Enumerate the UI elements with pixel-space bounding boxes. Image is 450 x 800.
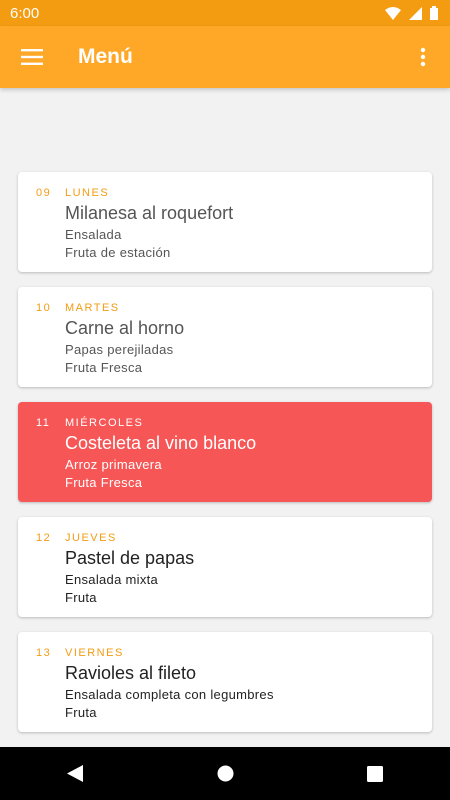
wifi-icon [385, 6, 401, 20]
status-time: 6:00 [10, 4, 40, 22]
dessert: Fruta [65, 590, 97, 605]
recents-icon[interactable] [355, 754, 395, 794]
day-number: 11 [36, 417, 51, 429]
weekday-label: Miércoles [65, 417, 144, 429]
side-dish: Arroz primavera [65, 457, 162, 472]
day-number: 12 [36, 532, 52, 544]
menu-card-jueves[interactable]: 12 Jueves Pastel de papas Ensalada mixta… [18, 517, 432, 617]
menu-card-lunes[interactable]: 09 Lunes Milanesa al roquefort Ensalada … [18, 172, 432, 272]
more-vert-icon[interactable] [408, 42, 438, 72]
signal-icon [409, 6, 422, 20]
back-icon[interactable] [55, 754, 95, 794]
menu-card-martes[interactable]: 10 Martes Carne al horno Papas perejilad… [18, 287, 432, 387]
side-dish: Ensalada completa con legumbres [65, 687, 274, 702]
menu-card-viernes[interactable]: 13 Viernes Ravioles al fileto Ensalada c… [18, 632, 432, 732]
menu-list: 09 Lunes Milanesa al roquefort Ensalada … [18, 172, 432, 747]
dessert: Fruta [65, 705, 97, 720]
dessert: Fruta Fresca [65, 360, 143, 375]
day-number: 13 [36, 647, 52, 659]
side-dish: Ensalada [65, 227, 122, 242]
side-dish: Ensalada mixta [65, 572, 159, 587]
menu-card-miercoles[interactable]: 11 Miércoles Costeleta al vino blanco Ar… [18, 402, 432, 502]
app-bar: Menú [0, 26, 450, 88]
main-dish: Pastel de papas [65, 548, 195, 568]
home-icon[interactable] [205, 754, 245, 794]
main-dish: Carne al horno [65, 318, 185, 338]
main-dish: Costeleta al vino blanco [65, 433, 257, 453]
dessert: Fruta de estación [65, 245, 171, 260]
side-dish: Papas perejiladas [65, 342, 174, 357]
battery-icon [430, 6, 438, 20]
weekday-label: Martes [65, 302, 120, 314]
system-nav-bar [0, 747, 450, 800]
status-icons [385, 6, 438, 20]
status-bar: 6:00 [0, 0, 450, 26]
day-number: 09 [36, 187, 52, 199]
weekday-label: Viernes [65, 647, 124, 659]
page-title: Menú [78, 45, 133, 68]
dessert: Fruta Fresca [65, 475, 143, 490]
weekday-label: Lunes [65, 187, 110, 199]
weekday-label: Jueves [65, 532, 117, 544]
main-dish: Milanesa al roquefort [65, 203, 234, 223]
hamburger-icon[interactable] [17, 42, 47, 72]
main-dish: Ravioles al fileto [65, 663, 197, 683]
day-number: 10 [36, 302, 52, 314]
